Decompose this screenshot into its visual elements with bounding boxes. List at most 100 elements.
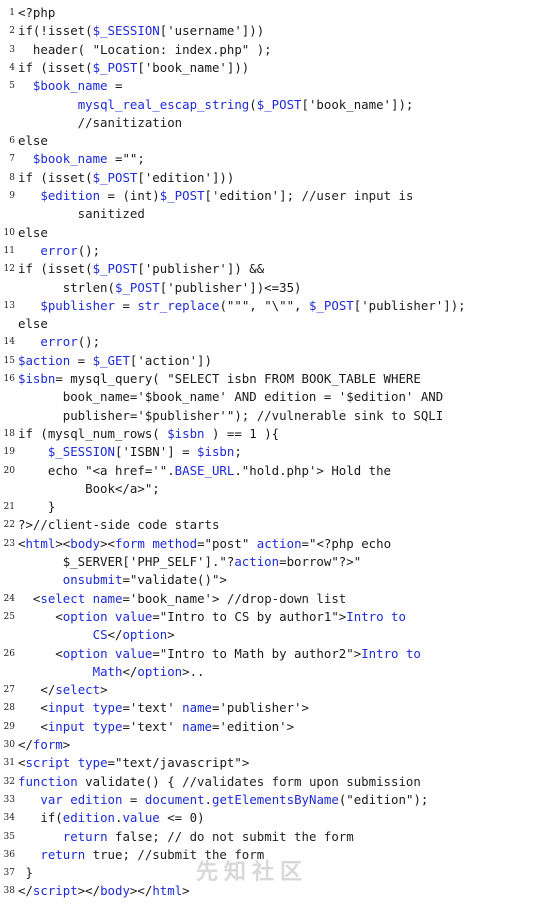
- code-line: 23 <html><body><form method="post" action…: [0, 535, 553, 553]
- code-token: if(!isset(: [18, 23, 93, 39]
- code-line: 31 <script type="text/javascript">: [0, 754, 553, 772]
- code-keyword: form: [115, 535, 145, 551]
- code-line: Book</a>";: [0, 480, 553, 498]
- code-keyword: edition: [62, 810, 115, 826]
- code-token: publisher='$publisher'");: [18, 407, 257, 423]
- code-text: <html><body><form method="post" action="…: [18, 535, 391, 553]
- code-token: ><: [55, 535, 71, 551]
- code-token: else: [18, 133, 48, 149]
- code-token: <: [18, 590, 41, 606]
- code-token: <?php: [18, 5, 56, 20]
- code-keyword: type: [92, 700, 123, 716]
- code-token: ['book_name'])): [137, 59, 250, 75]
- code-token: validate() {: [77, 773, 183, 789]
- line-number: 2: [9, 26, 15, 37]
- code-text: $book_name =: [18, 77, 123, 95]
- code-token: </: [107, 627, 123, 643]
- line-number: 1: [9, 8, 15, 18]
- code-token: <= 0): [159, 810, 205, 826]
- code-keyword: value: [115, 645, 153, 661]
- code-text: ?>//client-side code starts: [18, 516, 219, 534]
- code-keyword: method: [152, 535, 198, 551]
- code-token: Book</a>";: [18, 480, 160, 496]
- code-text: sanitized: [18, 205, 145, 223]
- code-token: strlen(: [18, 279, 115, 295]
- code-token: if (isset(: [18, 261, 93, 277]
- code-token: =: [107, 78, 123, 94]
- code-token: else: [18, 316, 48, 332]
- code-text: </form>: [18, 736, 70, 754]
- line-number: 23: [3, 538, 15, 549]
- line-number: 6: [9, 136, 15, 147]
- code-token: ['edition'])): [137, 169, 235, 185]
- code-line: publisher='$publisher'"); //vulnerable s…: [0, 407, 553, 425]
- code-keyword: $_POST: [114, 279, 160, 295]
- code-line: 11 error();: [0, 242, 553, 260]
- code-text: publisher='$publisher'"); //vulnerable s…: [18, 407, 443, 425]
- code-token: book_name='$book_name' AND edition = '$e…: [18, 389, 444, 405]
- line-number: 20: [3, 465, 15, 476]
- code-keyword: type: [77, 755, 108, 771]
- code-text: if (isset($_POST['edition'])): [18, 169, 234, 187]
- code-line: 30 </form>: [0, 736, 553, 754]
- code-token: .: [204, 791, 213, 807]
- code-line: 8 if (isset($_POST['edition'])): [0, 169, 553, 187]
- code-token: ['ISBN'] =: [114, 444, 198, 460]
- line-number: 5: [9, 81, 15, 92]
- code-text: var edition = document.getElementsByName…: [18, 791, 428, 809]
- code-line: sanitized: [0, 205, 553, 223]
- code-token: header( "Location: index.php" );: [18, 41, 272, 57]
- line-number: 11: [3, 245, 15, 256]
- code-token: ="post": [197, 535, 257, 551]
- code-token: ="Intro to CS by author1">: [152, 608, 347, 624]
- code-line: 3 header( "Location: index.php" );: [0, 41, 553, 59]
- code-text: else: [18, 315, 48, 333]
- code-line: 19 $_SESSION['ISBN'] = $isbn;: [0, 443, 553, 461]
- code-token: =: [122, 791, 145, 807]
- code-line: 5 $book_name =: [0, 77, 553, 95]
- code-token: ['book_name']);: [301, 96, 414, 112]
- line-number: 27: [3, 685, 15, 696]
- code-token: </: [18, 883, 33, 899]
- line-number: 35: [3, 831, 15, 842]
- code-keyword: edition: [70, 791, 123, 807]
- code-token: ."hold.php'> Hold the: [234, 462, 391, 478]
- code-token: if (isset(: [18, 169, 93, 185]
- code-token: ;: [234, 444, 242, 460]
- code-token: =: [115, 297, 138, 313]
- code-token: ='publisher'>: [212, 700, 309, 716]
- code-token: (""", "\"",: [219, 297, 309, 313]
- code-text: <input type='text' name='publisher'>: [18, 699, 309, 717]
- code-token: $_SERVER['PHP_SELF']."?: [18, 554, 235, 569]
- code-token: =borrow"?>": [279, 554, 362, 569]
- code-keyword: Intro to: [346, 608, 406, 624]
- code-line: 14 error();: [0, 333, 553, 351]
- code-keyword: $_POST: [308, 297, 354, 313]
- line-number: 19: [3, 447, 15, 458]
- code-keyword: $publisher: [40, 297, 115, 313]
- code-text: mysql_real_escap_string($_POST['book_nam…: [18, 96, 414, 114]
- code-keyword: BASE_URL: [174, 462, 235, 478]
- code-line: 10 else: [0, 224, 553, 242]
- code-keyword: body: [100, 883, 130, 899]
- code-keyword: option: [62, 608, 108, 624]
- line-number: 26: [3, 648, 15, 659]
- line-number: 18: [3, 428, 15, 439]
- code-line: 7 $book_name ="";: [0, 150, 553, 168]
- code-token: =: [70, 352, 93, 368]
- code-token: ['publisher']);: [353, 297, 466, 313]
- code-line: 6 else: [0, 132, 553, 150]
- code-comment: //validates form upon submission: [182, 773, 421, 789]
- code-token: ></: [77, 883, 101, 899]
- code-keyword: getElementsByName: [212, 791, 339, 807]
- code-text: //sanitization: [18, 114, 182, 132]
- code-token: >..: [182, 663, 205, 679]
- code-token: </: [18, 682, 56, 698]
- code-line: 26 <option value="Intro to Math by autho…: [0, 645, 553, 663]
- code-text: return false; // do not submit the form: [18, 828, 354, 846]
- code-text: <select name='book_name'> //drop-down li…: [18, 590, 346, 608]
- code-token: (: [249, 96, 257, 112]
